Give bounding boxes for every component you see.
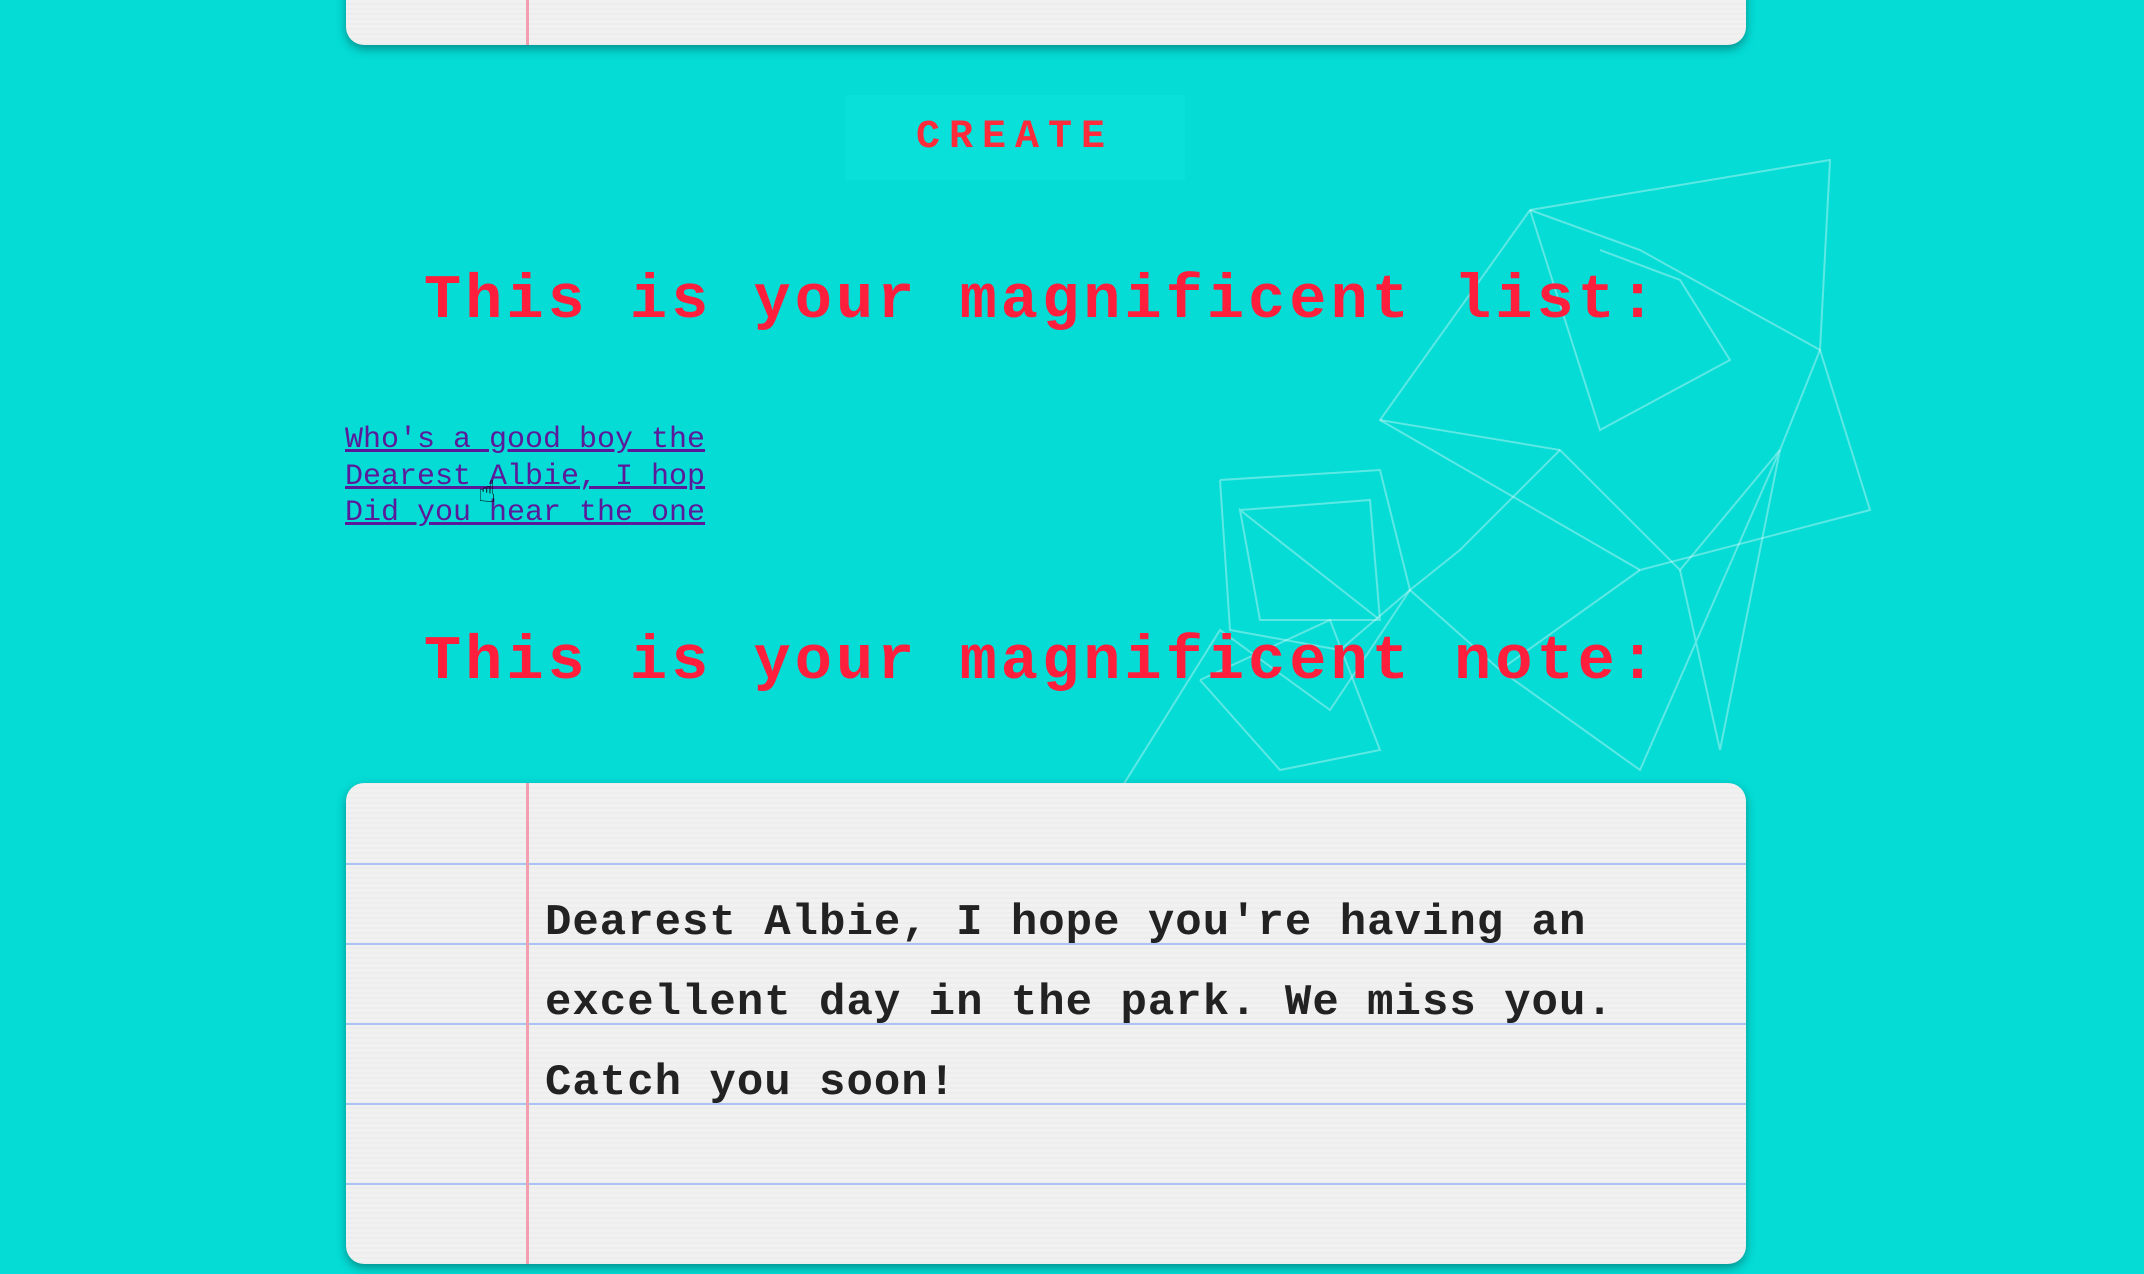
paper-rule-line bbox=[346, 863, 1746, 865]
top-note-card bbox=[346, 0, 1746, 45]
paper-rule-line bbox=[346, 1183, 1746, 1185]
list-item-link[interactable]: Did you hear the one bbox=[345, 495, 705, 532]
note-heading: This is your magnificent note: bbox=[423, 626, 1661, 697]
list-item-link[interactable]: Dearest Albie, I hop bbox=[345, 459, 705, 496]
paper-margin-line bbox=[526, 0, 529, 45]
note-text: Dearest Albie, I hope you're having an e… bbox=[545, 898, 1614, 1108]
list-item-link[interactable]: Who's a good boy the bbox=[345, 422, 705, 459]
paper-margin-line bbox=[526, 783, 529, 1264]
hand-cursor-icon: ☝ bbox=[478, 478, 497, 512]
create-button[interactable]: CREATE bbox=[845, 95, 1185, 180]
note-card: Dearest Albie, I hope you're having an e… bbox=[346, 783, 1746, 1264]
list-heading: This is your magnificent list: bbox=[423, 265, 1661, 336]
note-list: Who's a good boy the Dearest Albie, I ho… bbox=[345, 422, 705, 532]
